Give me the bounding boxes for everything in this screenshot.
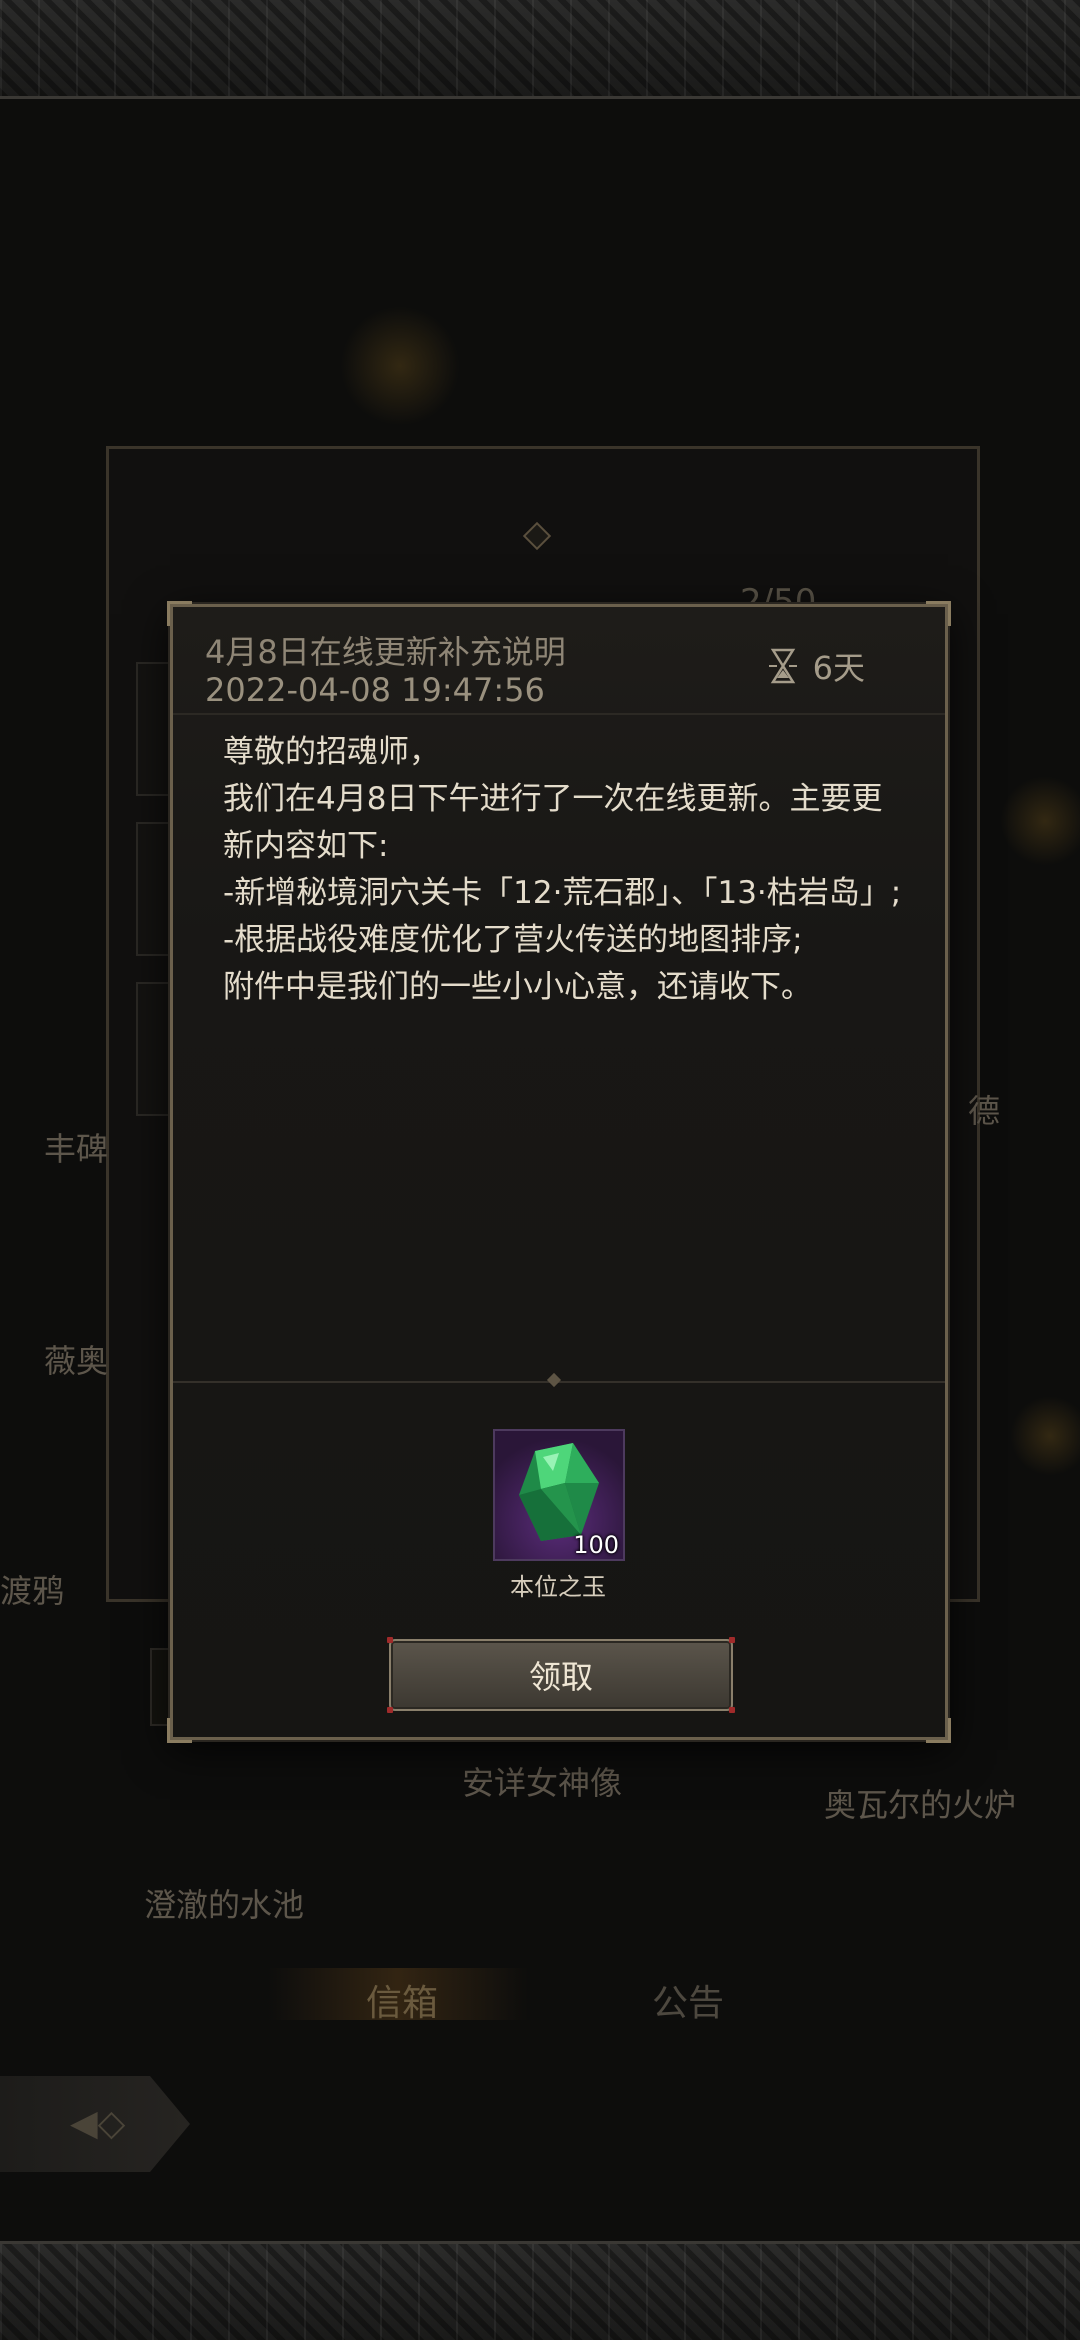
claim-button[interactable]: 领取 bbox=[387, 1637, 735, 1713]
reward-name: 本位之玉 bbox=[510, 1573, 606, 1601]
reward-item-slot[interactable]: 100 bbox=[493, 1429, 625, 1561]
mail-body-line: 附件中是我们的一些小小心意，还请收下。 bbox=[223, 969, 812, 1005]
hourglass-icon bbox=[768, 648, 797, 684]
tab-mailbox[interactable]: 信箱 bbox=[366, 1974, 438, 2026]
mail-body-line: -根据战役难度优化了营火传送的地图排序; bbox=[223, 922, 803, 958]
mail-title: 4月8日在线更新补充说明 bbox=[205, 633, 566, 671]
game-screen: 2/50 丰碑 薇奥 渡鸦 德 安详女神像 奥瓦尔的火炉 澄澈的水池 信箱 公告… bbox=[0, 0, 1080, 2340]
tab-announcement[interactable]: 公告 bbox=[652, 1974, 724, 2026]
ornate-bottom-border bbox=[0, 2241, 1080, 2340]
claim-button-label: 领取 bbox=[528, 1658, 593, 1696]
location-label: 澄澈的水池 bbox=[144, 1886, 305, 1924]
expire-indicator: 6天 bbox=[763, 643, 865, 689]
location-label: 安详女神像 bbox=[462, 1764, 623, 1802]
mail-header: 4月8日在线更新补充说明 2022-04-08 19:47:56 6天 bbox=[173, 607, 945, 715]
mail-detail-dialog: 4月8日在线更新补充说明 2022-04-08 19:47:56 6天 尊敬的招… bbox=[167, 601, 951, 1743]
mail-body: 尊敬的招魂师， 我们在4月8日下午进行了一次在线更新。主要更新内容如下: -新增… bbox=[223, 729, 903, 1011]
background-side-label: 丰碑 bbox=[44, 1130, 109, 1168]
background-side-label: 德 bbox=[968, 1092, 1001, 1130]
mail-body-line: 我们在4月8日下午进行了一次在线更新。主要更新内容如下: bbox=[223, 781, 883, 864]
ornate-top-border bbox=[0, 0, 1080, 99]
background-side-label: 渡鸦 bbox=[0, 1572, 65, 1610]
back-arrow-icon: ◀◇ bbox=[70, 2103, 126, 2144]
divider-ornament bbox=[546, 1372, 562, 1388]
expire-label: 6天 bbox=[812, 649, 865, 687]
mail-body-line: 尊敬的招魂师， bbox=[223, 734, 440, 770]
reward-count: 100 bbox=[573, 1531, 619, 1559]
background-side-label: 薇奥 bbox=[44, 1342, 109, 1380]
location-label: 奥瓦尔的火炉 bbox=[824, 1786, 1017, 1824]
mail-body-line: -新增秘境洞穴关卡「12·荒石郡」、「13·枯岩岛」; bbox=[223, 875, 902, 911]
mail-date: 2022-04-08 19:47:56 bbox=[205, 671, 545, 709]
